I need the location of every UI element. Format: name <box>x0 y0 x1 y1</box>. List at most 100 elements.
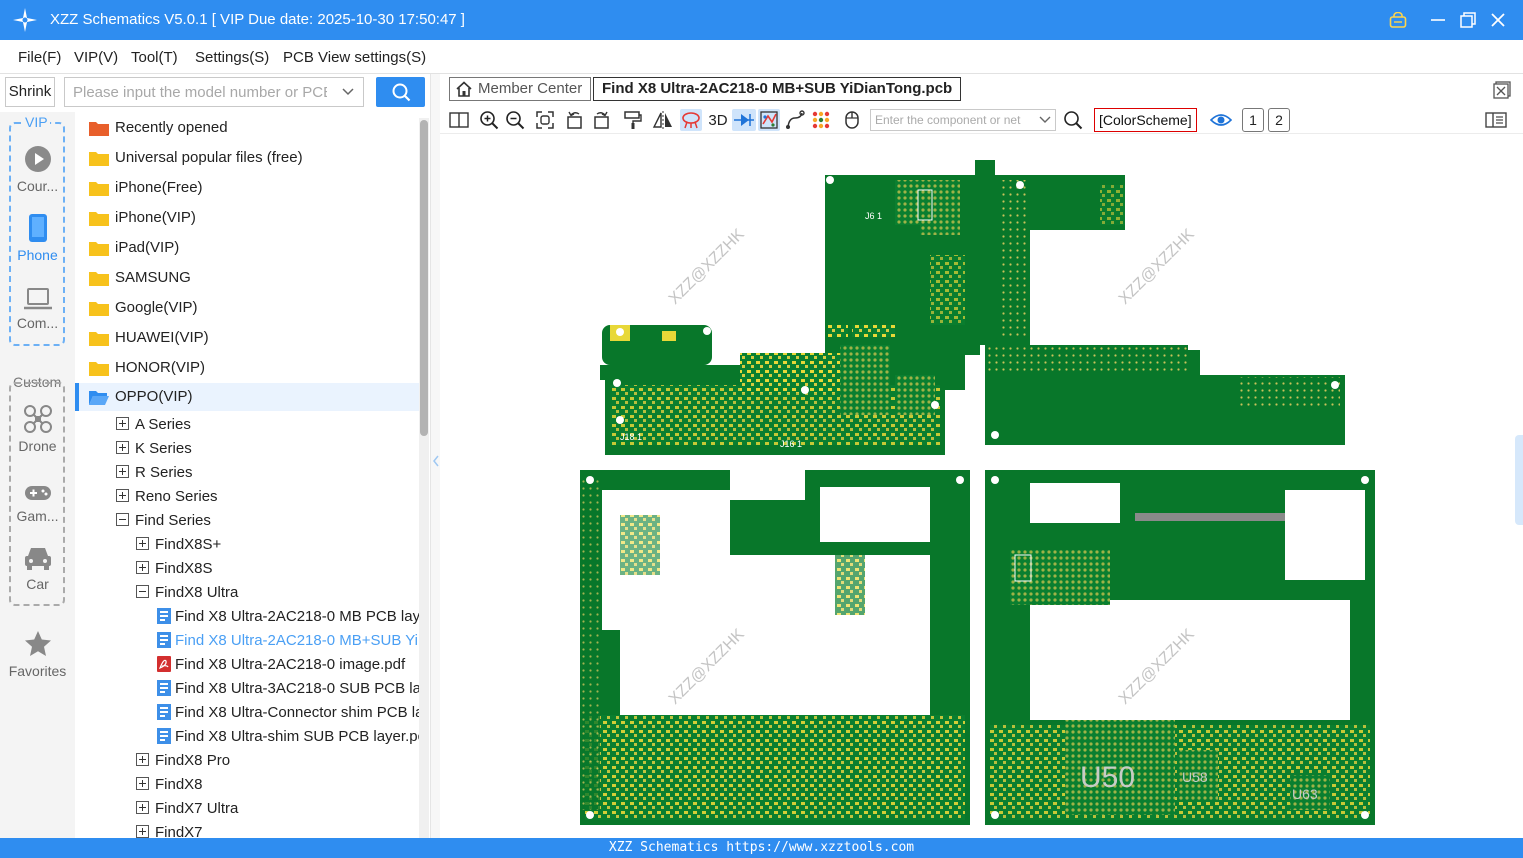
rail-item-label: Gam... <box>16 508 59 524</box>
lock-icon[interactable] <box>1384 6 1412 34</box>
mouse-icon[interactable] <box>841 109 863 131</box>
tree-model-label: FindX8 Pro <box>155 752 231 769</box>
expand-icon[interactable] <box>136 777 149 790</box>
zoom-in-icon[interactable] <box>478 109 500 131</box>
tree-folder-label: SAMSUNG <box>115 269 191 286</box>
tree-model[interactable]: FindX7 <box>75 819 420 838</box>
board-outline-icon[interactable] <box>680 109 702 131</box>
collapse-icon[interactable] <box>116 513 129 526</box>
tree-folder[interactable]: SAMSUNG <box>75 264 420 292</box>
component-search-placeholder: Enter the component or net <box>875 113 1021 127</box>
close-button[interactable] <box>1484 6 1512 34</box>
tree-scrollbar-thumb[interactable] <box>420 120 428 436</box>
tree-folder[interactable]: Google(VIP) <box>75 294 420 322</box>
expand-icon[interactable] <box>116 441 129 454</box>
pcb-label: J18 1 <box>620 432 642 442</box>
shrink-button[interactable]: Shrink <box>5 77 55 107</box>
rail-item-drone[interactable]: Drone <box>0 404 75 454</box>
rail-item-phone[interactable]: Phone <box>0 213 75 263</box>
model-search-input[interactable] <box>65 78 327 106</box>
minimize-button[interactable] <box>1424 6 1452 34</box>
tree-folder-label: OPPO(VIP) <box>115 388 193 405</box>
close-all-tabs-icon[interactable] <box>1493 81 1511 99</box>
tree-folder[interactable]: iPhone(VIP) <box>75 204 420 232</box>
chevron-down-icon[interactable] <box>341 85 355 99</box>
tree-folder[interactable]: Recently opened <box>75 114 420 142</box>
right-panel-handle[interactable] <box>1515 435 1523 525</box>
component-search-input[interactable]: Enter the component or net <box>870 109 1056 131</box>
tree-series-label: Reno Series <box>135 488 218 505</box>
expand-icon[interactable] <box>136 825 149 838</box>
tree-folder[interactable]: iPhone(Free) <box>75 174 420 202</box>
expand-icon[interactable] <box>116 489 129 502</box>
split-view-icon[interactable] <box>448 109 470 131</box>
menu-pcb-view-settings[interactable]: PCB View settings(S) <box>283 49 426 66</box>
collapse-icon[interactable] <box>136 585 149 598</box>
expand-icon[interactable] <box>136 561 149 574</box>
pcb-canvas[interactable]: J6 1 J18 1 J16 1 U50 U58 U63 XZZ@XZZHK X… <box>440 135 1523 838</box>
search-icon[interactable] <box>1062 109 1084 131</box>
folder-icon <box>89 182 109 196</box>
expand-icon[interactable] <box>136 753 149 766</box>
folder-open-icon <box>89 122 109 136</box>
page-1-button[interactable]: 1 <box>1242 108 1264 132</box>
folder-icon <box>89 152 109 166</box>
search-icon <box>392 83 410 102</box>
panel-splitter[interactable] <box>430 74 440 838</box>
color-scheme-button[interactable]: [ColorScheme] <box>1094 108 1197 132</box>
tree-file-label: Find X8 Ultra-shim SUB PCB layer.pcb <box>175 728 420 745</box>
rail-item-computer[interactable]: Com... <box>0 287 75 331</box>
tree-model-label: FindX8S+ <box>155 536 222 553</box>
rail-item-label: Favorites <box>8 663 67 679</box>
tree-folder-label: Recently opened <box>115 119 228 136</box>
tab-member-center[interactable]: Member Center <box>449 77 592 101</box>
tree-folder-selected[interactable]: OPPO(VIP) <box>75 383 420 411</box>
car-icon <box>24 548 51 570</box>
pin-arrow-icon[interactable] <box>732 109 756 131</box>
rotate-right-icon[interactable] <box>590 109 612 131</box>
pcb-board-view[interactable]: J6 1 J18 1 J16 1 U50 U58 U63 XZZ@XZZHK X… <box>440 135 1523 838</box>
expand-icon[interactable] <box>136 801 149 814</box>
rail-item-favorites[interactable]: Favorites <box>0 629 75 679</box>
expand-icon[interactable] <box>136 537 149 550</box>
menu-bar: File(F) VIP(V) Tool(T) Settings(S) PCB V… <box>0 40 1523 74</box>
rail-item-label: Phone <box>17 247 58 263</box>
rail-item-courses[interactable]: Cour... <box>0 144 75 194</box>
tree-file-label: Find X8 Ultra-2AC218-0 MB+SUB YiDianTong… <box>175 632 420 649</box>
tree-folder[interactable]: iPad(VIP) <box>75 234 420 262</box>
menu-tool[interactable]: Tool(T) <box>131 49 178 66</box>
side-panel-icon[interactable] <box>1485 109 1507 131</box>
tree-folder[interactable]: HUAWEI(VIP) <box>75 324 420 352</box>
tab-label: Member Center <box>478 80 583 97</box>
mirror-icon[interactable] <box>652 109 674 131</box>
trace-line-icon[interactable] <box>784 109 806 131</box>
menu-vip[interactable]: VIP(V) <box>74 49 118 66</box>
tree-folder[interactable]: HONOR(VIP) <box>75 354 420 382</box>
folder-icon <box>89 212 109 226</box>
tab-active-file[interactable]: Find X8 Ultra-2AC218-0 MB+SUB YiDianTong… <box>593 77 962 101</box>
expand-icon[interactable] <box>116 465 129 478</box>
fit-view-icon[interactable] <box>534 109 556 131</box>
folder-icon <box>89 362 109 376</box>
menu-file[interactable]: File(F) <box>18 49 61 66</box>
view-3d-button[interactable]: 3D <box>706 109 730 131</box>
menu-settings[interactable]: Settings(S) <box>195 49 269 66</box>
zoom-out-icon[interactable] <box>504 109 526 131</box>
search-button[interactable] <box>376 77 425 107</box>
page-2-button[interactable]: 2 <box>1268 108 1290 132</box>
expand-icon[interactable] <box>116 417 129 430</box>
pcb-file-icon <box>157 608 171 624</box>
tree-series-label: A Series <box>135 416 191 433</box>
rail-item-game[interactable]: Gam... <box>0 482 75 524</box>
pads-icon[interactable] <box>810 109 832 131</box>
rail-item-car[interactable]: Car <box>0 544 75 592</box>
paint-brush-icon[interactable] <box>622 109 644 131</box>
eye-icon[interactable] <box>1210 109 1232 131</box>
tree-model-label: FindX7 Ultra <box>155 800 239 817</box>
model-search-combobox[interactable] <box>64 77 364 107</box>
chevron-down-icon[interactable] <box>1039 114 1051 126</box>
rotate-left-icon[interactable] <box>564 109 586 131</box>
restore-button[interactable] <box>1454 6 1482 34</box>
tree-folder[interactable]: Universal popular files (free) <box>75 144 420 172</box>
net-highlight-icon[interactable] <box>758 109 780 131</box>
